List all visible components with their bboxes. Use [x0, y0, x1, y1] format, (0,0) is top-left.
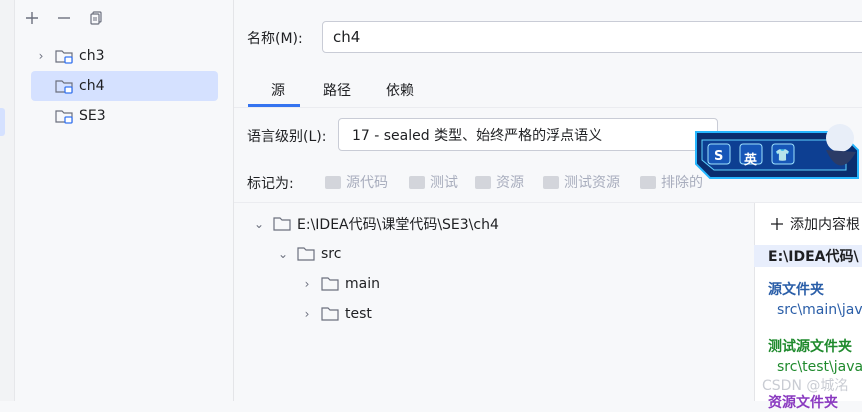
- tabs-divider: [234, 107, 862, 108]
- copy-icon[interactable]: [86, 8, 106, 28]
- mark-as-label: 标记为:: [247, 176, 294, 192]
- module-item-ch4[interactable]: ch4: [31, 71, 218, 101]
- plus-icon: [771, 218, 783, 230]
- tree-main-row[interactable]: › main: [299, 269, 380, 299]
- mark-sources-button[interactable]: 源代码: [325, 172, 388, 192]
- folder-icon: [409, 175, 425, 189]
- module-item-ch3[interactable]: › ch3: [31, 41, 233, 71]
- excluded-folder-icon: [640, 175, 656, 189]
- folder-icon: [297, 247, 315, 261]
- language-level-label: 语言级别(L):: [247, 129, 327, 145]
- module-folder-icon: [55, 48, 73, 64]
- tree-root-row[interactable]: ⌄ E:\IDEA代码\课堂代码\SE3\ch4: [251, 209, 499, 239]
- add-content-root-button[interactable]: 添加内容根: [770, 214, 860, 234]
- module-label: ch3: [79, 48, 105, 64]
- name-input[interactable]: ch4: [322, 21, 862, 53]
- left-strip-selection: [0, 108, 5, 136]
- tree-src-row[interactable]: ⌄ src: [275, 239, 341, 269]
- resource-folders-title: 资源文件夹: [768, 395, 838, 411]
- module-label: ch4: [79, 78, 105, 94]
- chevron-right-icon[interactable]: ›: [299, 307, 315, 321]
- chevron-down-icon[interactable]: ⌄: [251, 217, 267, 231]
- tab-dependencies[interactable]: 依赖: [386, 80, 414, 104]
- minus-icon[interactable]: [54, 8, 74, 28]
- watermark: CSDN @城洺: [762, 378, 849, 394]
- tree-root-label: E:\IDEA代码\课堂代码\SE3\ch4: [297, 217, 499, 233]
- test-folders-title: 测试源文件夹: [768, 339, 852, 355]
- tab-paths[interactable]: 路径: [323, 80, 351, 104]
- content-root-path[interactable]: E:\IDEA代码\: [754, 245, 862, 267]
- banner-key-english: 英: [744, 153, 758, 168]
- source-folder-item[interactable]: src\main\java: [777, 302, 862, 318]
- folder-icon: [325, 175, 341, 189]
- shirt-icon: 👕: [775, 148, 790, 162]
- banner-key-s: S: [714, 149, 724, 164]
- left-tool-strip: [0, 0, 15, 401]
- mark-tests-button[interactable]: 测试: [409, 172, 458, 192]
- tree-test-row[interactable]: › test: [299, 299, 372, 329]
- module-folder-icon: [55, 108, 73, 124]
- resource-folder-icon: [475, 175, 491, 189]
- mark-resources-button[interactable]: 资源: [475, 172, 524, 192]
- language-level-select[interactable]: 17 - sealed 类型、始终严格的浮点语义: [338, 118, 718, 151]
- folder-icon: [321, 307, 339, 321]
- folder-icon: [321, 277, 339, 291]
- folder-icon: [273, 217, 291, 231]
- name-label: 名称(M):: [247, 31, 303, 47]
- test-resource-folder-icon: [543, 175, 559, 189]
- tab-sources[interactable]: 源: [271, 80, 285, 104]
- chevron-down-icon[interactable]: ⌄: [275, 247, 291, 261]
- tree-test-label: test: [345, 306, 372, 322]
- tree-src-label: src: [321, 246, 342, 262]
- module-label: SE3: [79, 108, 106, 124]
- chevron-right-icon[interactable]: ›: [299, 277, 315, 291]
- active-tab-indicator: [248, 104, 300, 107]
- plus-icon[interactable]: [22, 8, 42, 28]
- source-folders-title: 源文件夹: [768, 282, 824, 298]
- module-item-se3[interactable]: SE3: [31, 101, 233, 131]
- ime-banner-overlay[interactable]: S 英 👕: [690, 120, 862, 186]
- tree-main-label: main: [345, 276, 380, 292]
- mark-test-resources-button[interactable]: 测试资源: [543, 172, 620, 192]
- module-folder-icon: [55, 78, 73, 94]
- chevron-right-icon[interactable]: ›: [31, 49, 51, 63]
- test-folder-item[interactable]: src\test\java: [777, 359, 862, 375]
